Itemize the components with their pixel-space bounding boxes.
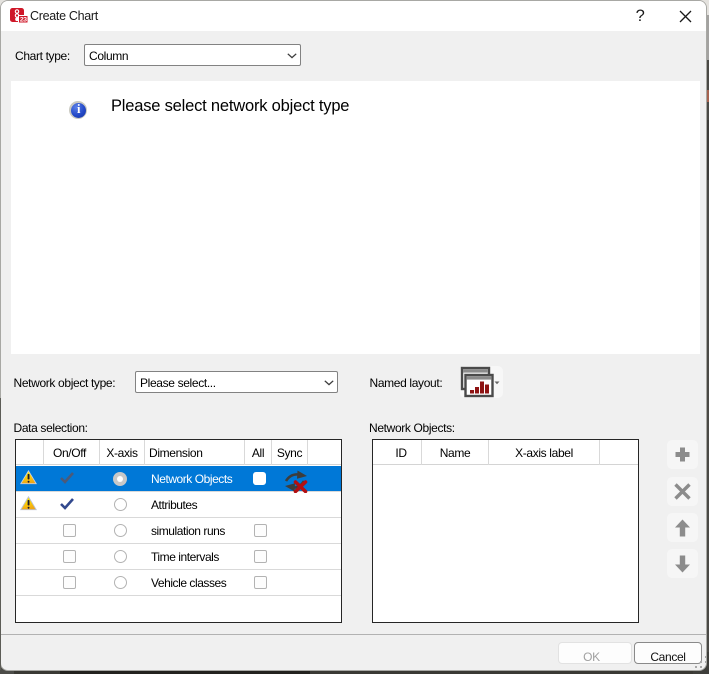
svg-text:23: 23 <box>20 16 27 23</box>
